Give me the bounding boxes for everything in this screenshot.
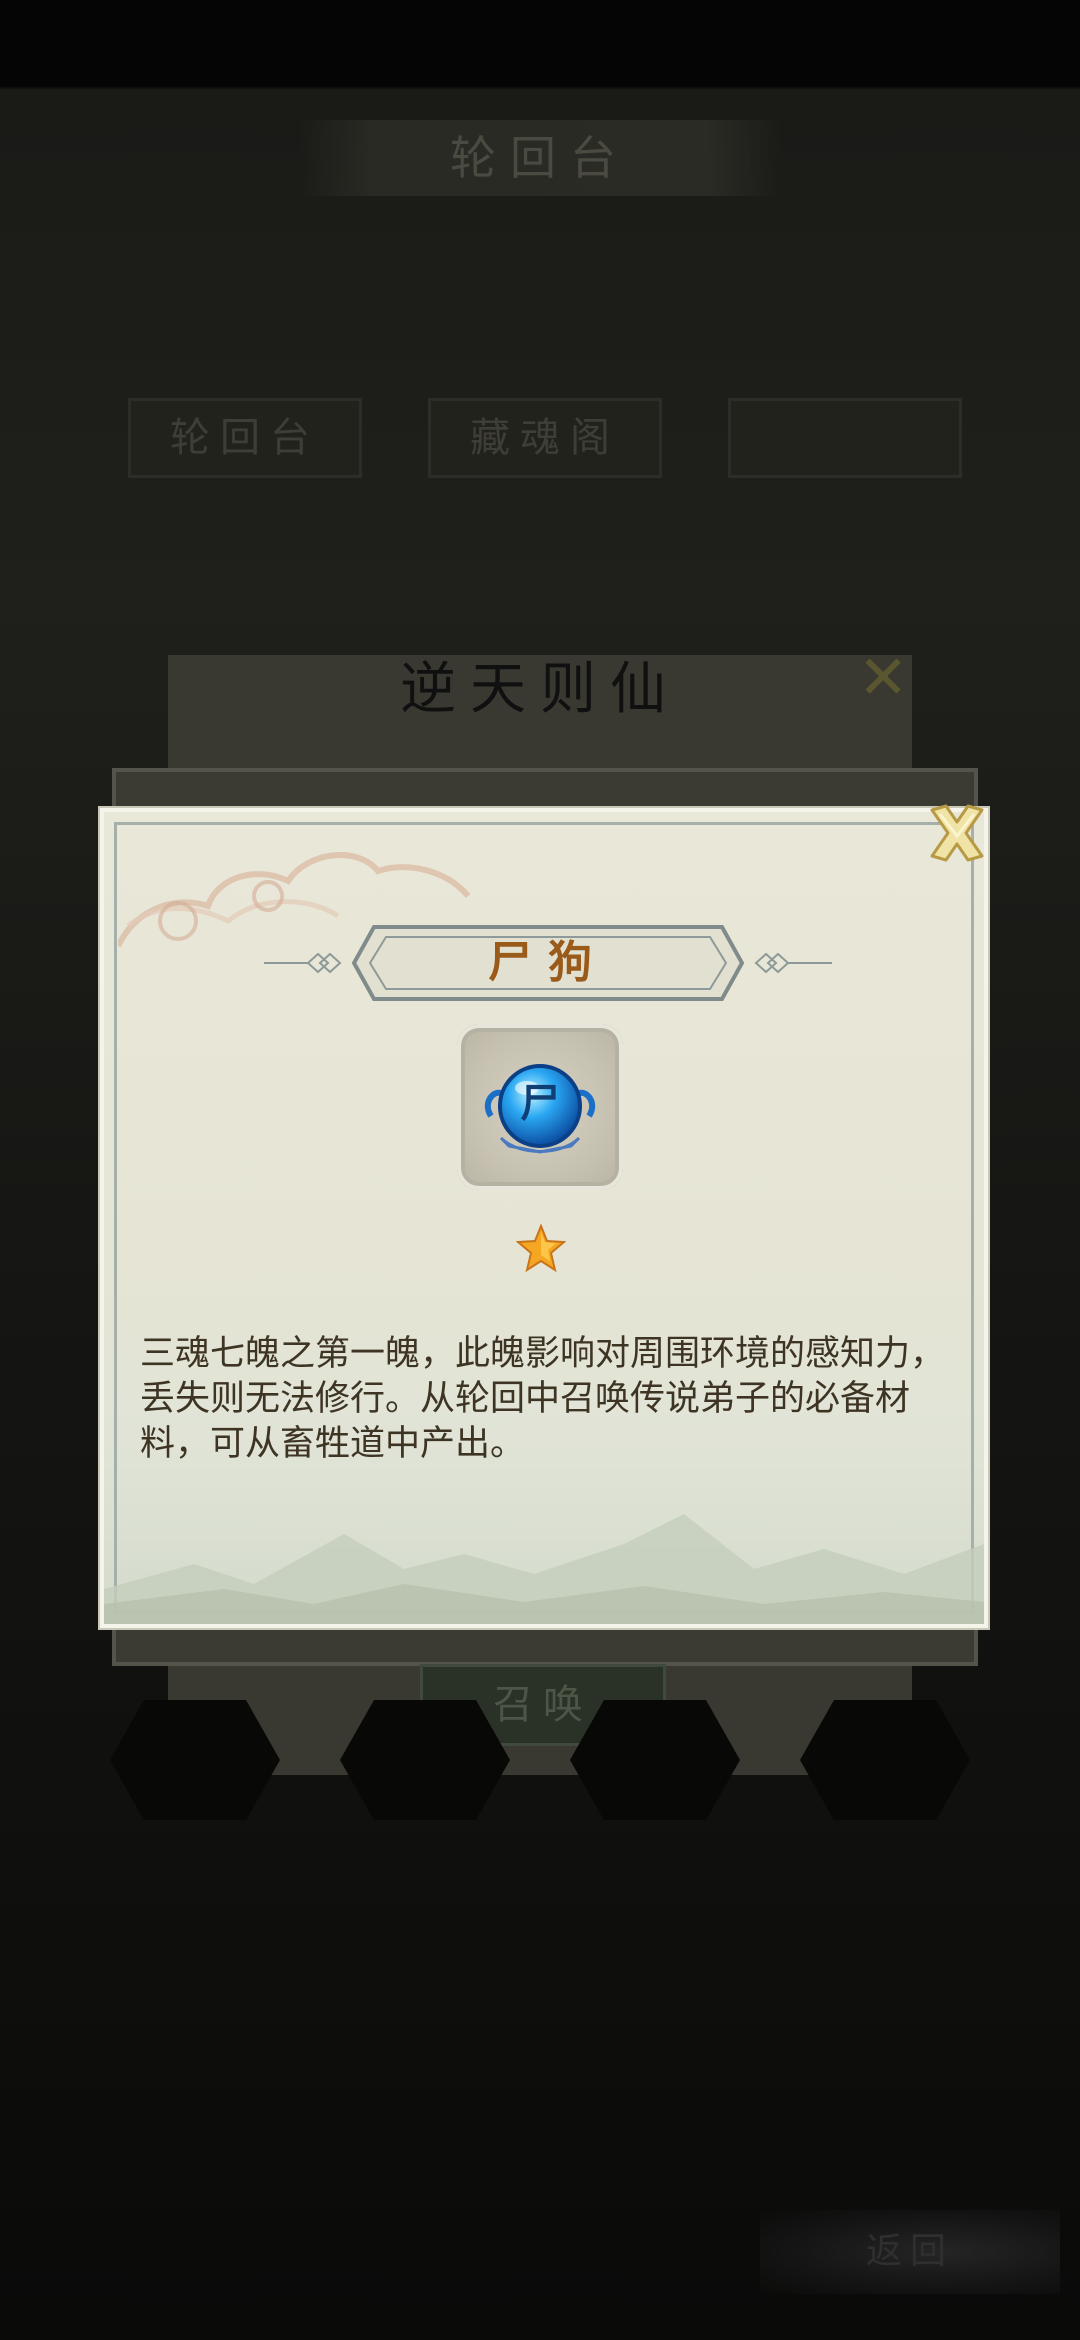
tab-soul-pavilion[interactable]: 藏魂阁: [428, 398, 662, 478]
background-pedestal: [800, 1700, 970, 1820]
background-pedestal: [110, 1700, 280, 1820]
item-detail-modal: 尸狗 尸 三魂七魄之第一魄，此魄影响对周围环境的感知力，丢失则无法修行。从轮回中…: [100, 808, 988, 1628]
game-screen: 轮回台 轮回台 藏魂阁 逆天则仙 ✕ 召唤 返回 尸狗 尸 三魂七魄之第一魄，此…: [0, 0, 1080, 2340]
ornament-right-icon: [754, 952, 832, 974]
background-panel-title: 逆天则仙: [400, 657, 680, 722]
tab-reincarnation[interactable]: 轮回台: [128, 398, 362, 478]
background-pedestal: [340, 1700, 510, 1820]
item-description: 三魂七魄之第一魄，此魄影响对周围环境的感知力，丢失则无法修行。从轮回中召唤传说弟…: [140, 1334, 946, 1464]
background-pedestal: [570, 1700, 740, 1820]
close-x-icon[interactable]: [924, 800, 990, 866]
ornament-left-icon: [264, 952, 342, 974]
background-close-icon: ✕: [858, 643, 909, 713]
tab-third[interactable]: [728, 398, 962, 478]
back-button[interactable]: 返回: [760, 2210, 1060, 2294]
mountains-decoration-icon: [104, 1514, 984, 1624]
item-name: 尸狗: [488, 937, 608, 988]
screen-title: 轮回台: [300, 120, 780, 196]
item-icon-glyph: 尸: [520, 1080, 560, 1127]
star-icon: [516, 1224, 566, 1272]
